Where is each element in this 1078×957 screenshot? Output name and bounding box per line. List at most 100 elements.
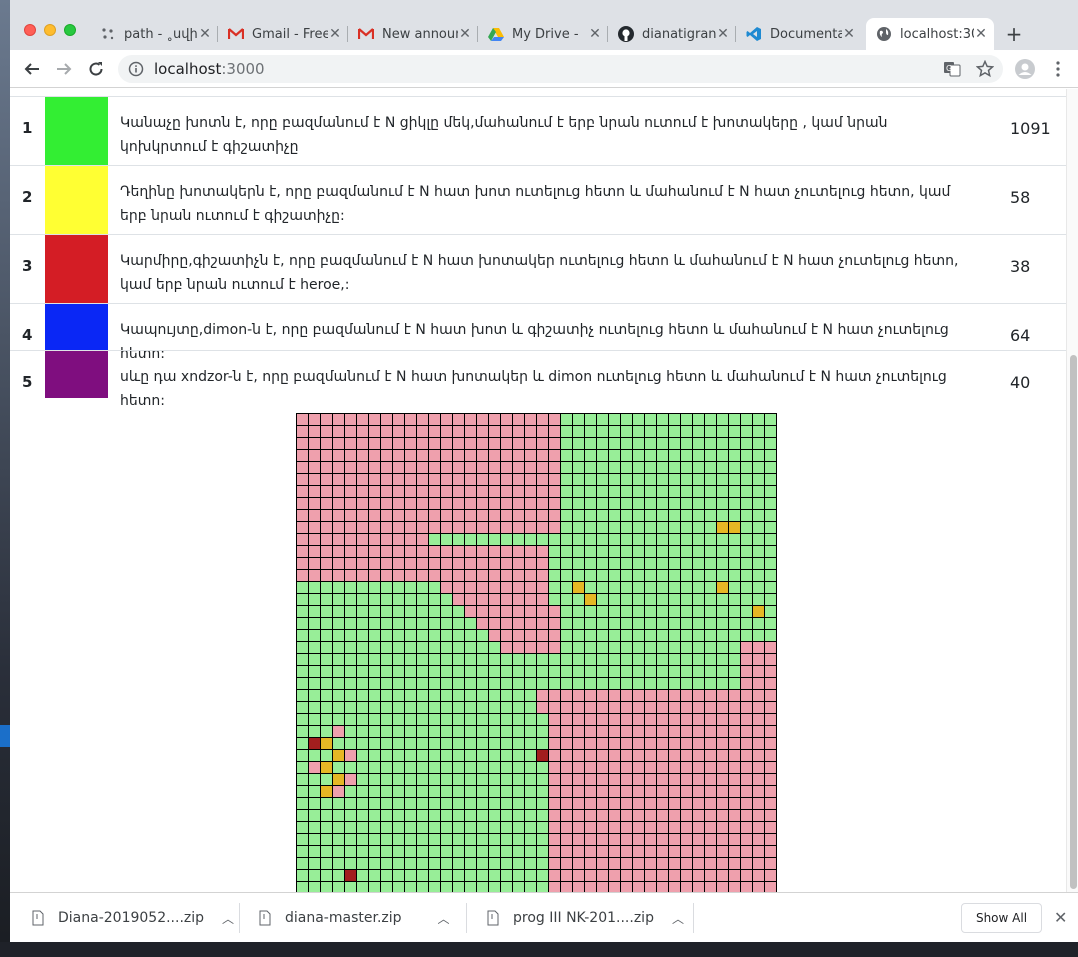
matrix-cell <box>333 618 344 629</box>
menu-kebab-icon[interactable] <box>1048 59 1068 79</box>
matrix-cell <box>705 822 716 833</box>
tab-documentation[interactable]: Documenta ✕ <box>736 18 862 50</box>
matrix-cell <box>381 858 392 869</box>
chevron-up-icon[interactable]: ︿ <box>222 910 234 927</box>
matrix-cell <box>345 870 356 881</box>
matrix-cell <box>381 834 392 845</box>
matrix-cell <box>489 750 500 761</box>
minimize-window-button[interactable] <box>44 24 56 36</box>
close-tab-icon[interactable]: ✕ <box>458 26 472 42</box>
matrix-cell <box>681 630 692 641</box>
matrix-cell <box>681 714 692 725</box>
matrix-cell <box>465 522 476 533</box>
close-tab-icon[interactable]: ✕ <box>328 26 342 42</box>
matrix-cell <box>549 822 560 833</box>
matrix-cell <box>573 630 584 641</box>
forward-button[interactable] <box>52 57 76 81</box>
show-all-button[interactable]: Show All <box>961 903 1042 933</box>
matrix-cell <box>321 726 332 737</box>
matrix-cell <box>681 750 692 761</box>
matrix-cell <box>729 678 740 689</box>
matrix-cell <box>357 870 368 881</box>
matrix-cell <box>549 678 560 689</box>
close-window-button[interactable] <box>24 24 36 36</box>
tab-gmail-free[interactable]: Gmail - Free ✕ <box>218 18 348 50</box>
matrix-cell <box>417 582 428 593</box>
matrix-cell <box>381 714 392 725</box>
matrix-cell <box>669 882 680 892</box>
matrix-cell <box>357 498 368 509</box>
back-button[interactable] <box>20 57 44 81</box>
matrix-cell <box>369 822 380 833</box>
matrix-cell <box>441 438 452 449</box>
tab-my-drive[interactable]: My Drive - ✕ <box>478 18 608 50</box>
tab-github[interactable]: dianatigran ✕ <box>608 18 736 50</box>
matrix-cell <box>429 834 440 845</box>
matrix-cell <box>645 762 656 773</box>
matrix-cell <box>669 426 680 437</box>
matrix-cell <box>729 414 740 425</box>
download-item[interactable]: diana-master.zip ︿ <box>259 893 450 942</box>
matrix-cell <box>357 882 368 892</box>
scrollbar[interactable] <box>1066 89 1078 892</box>
matrix-cell <box>477 798 488 809</box>
matrix-cell <box>645 594 656 605</box>
matrix-cell <box>621 798 632 809</box>
matrix-cell <box>381 498 392 509</box>
matrix-cell <box>477 714 488 725</box>
chevron-up-icon[interactable]: ︿ <box>672 910 684 927</box>
translate-icon[interactable]: G <box>942 59 962 79</box>
tab-path[interactable]: path - ˳սվի ✕ <box>90 18 218 50</box>
matrix-cell <box>657 630 668 641</box>
matrix-cell <box>297 678 308 689</box>
matrix-cell <box>345 426 356 437</box>
reload-button[interactable] <box>84 57 108 81</box>
matrix-cell <box>549 414 560 425</box>
download-item[interactable]: Diana-2019052....zip ︿ <box>32 893 234 942</box>
maximize-window-button[interactable] <box>64 24 76 36</box>
matrix-cell <box>645 546 656 557</box>
matrix-cell <box>345 678 356 689</box>
matrix-cell <box>765 606 776 617</box>
matrix-cell <box>429 570 440 581</box>
matrix-cell <box>429 558 440 569</box>
matrix-cell <box>345 810 356 821</box>
matrix-cell <box>717 630 728 641</box>
scrollbar-thumb[interactable] <box>1070 355 1077 889</box>
matrix-cell <box>621 702 632 713</box>
matrix-cell <box>765 822 776 833</box>
matrix-cell <box>693 426 704 437</box>
matrix-cell <box>405 618 416 629</box>
matrix-cell <box>453 462 464 473</box>
matrix-cell <box>405 726 416 737</box>
bookmark-star-icon[interactable] <box>975 59 995 79</box>
matrix-cell <box>705 858 716 869</box>
close-tab-icon[interactable]: ✕ <box>974 26 988 42</box>
download-item[interactable]: prog III NK-201....zip ︿ <box>487 893 684 942</box>
new-tab-button[interactable]: + <box>1002 22 1026 46</box>
matrix-cell <box>549 450 560 461</box>
matrix-cell <box>429 762 440 773</box>
chevron-up-icon[interactable]: ︿ <box>438 910 450 927</box>
matrix-cell <box>381 582 392 593</box>
matrix-cell <box>405 762 416 773</box>
matrix-cell <box>525 822 536 833</box>
tab-new-announcement[interactable]: New announ ✕ <box>348 18 478 50</box>
matrix-cell <box>729 522 740 533</box>
matrix-cell <box>513 882 524 892</box>
matrix-cell <box>645 618 656 629</box>
matrix-cell <box>405 522 416 533</box>
close-tab-icon[interactable]: ✕ <box>716 26 730 42</box>
matrix-cell <box>657 426 668 437</box>
close-tab-icon[interactable]: ✕ <box>588 26 602 42</box>
address-bar[interactable]: localhost:3000 <box>118 55 1003 83</box>
tab-title: path - ˳սվի <box>124 26 198 42</box>
matrix-cell <box>657 882 668 892</box>
tab-localhost[interactable]: localhost:30 ✕ <box>866 18 994 50</box>
info-icon[interactable] <box>128 61 144 77</box>
profile-avatar[interactable] <box>1015 59 1035 79</box>
close-download-bar-icon[interactable]: ✕ <box>1054 908 1067 927</box>
matrix-cell <box>477 870 488 881</box>
close-tab-icon[interactable]: ✕ <box>198 26 212 42</box>
close-tab-icon[interactable]: ✕ <box>842 26 856 42</box>
